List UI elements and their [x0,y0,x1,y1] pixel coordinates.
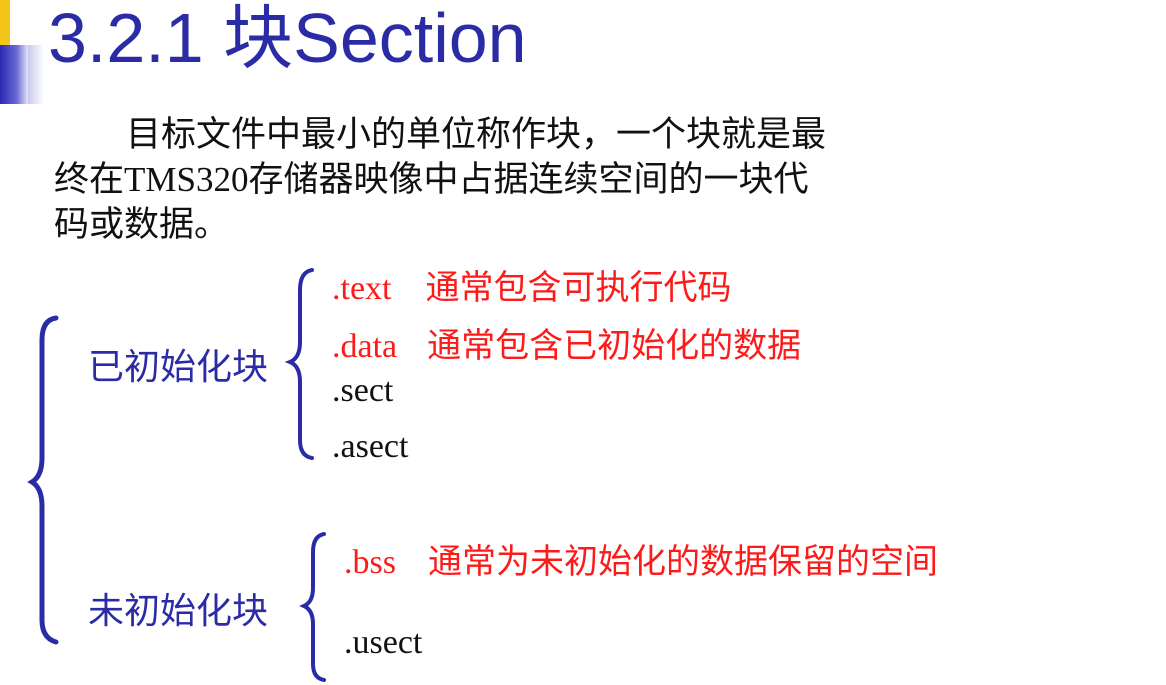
directive-usect: .usect [344,624,423,661]
directive-data-row: .data 通常包含已初始化的数据 [332,318,801,367]
directive-text-description: 通常包含可执行代码 [425,270,732,307]
uninitialized-brace [299,532,326,682]
directive-text: .text [332,270,392,307]
directive-asect: .asect [332,428,409,465]
directive-bss: .bss [344,544,396,581]
directive-bss-description: 通常为未初始化的数据保留的空间 [427,544,938,581]
directive-sect: .sect [332,372,394,409]
outer-brace [27,315,59,645]
directive-data-description: 通常包含已初始化的数据 [427,328,802,365]
uninitialized-label: 未初始化块 [88,591,269,631]
directive-asect-row: .asect [332,428,408,466]
initialized-label: 已初始化块 [88,347,269,387]
directive-data: .data [332,328,398,365]
initialized-brace [284,268,314,460]
directive-usect-row: .usect [344,624,422,662]
directive-sect-row: .sect [332,372,393,410]
directive-bss-row: .bss 通常为未初始化的数据保留的空间 [344,534,938,583]
directive-text-row: .text 通常包含可执行代码 [332,260,731,309]
